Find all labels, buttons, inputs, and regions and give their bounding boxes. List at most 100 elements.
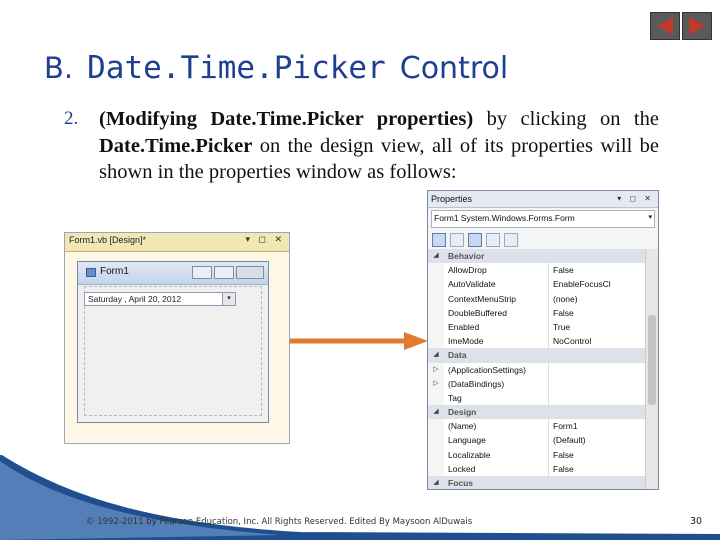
property-category[interactable]: ◢ Data bbox=[428, 348, 646, 363]
property-name: Behavior bbox=[444, 249, 598, 264]
property-value[interactable]: (none) bbox=[549, 291, 646, 306]
designer-tab[interactable]: Form1.vb [Design]* bbox=[69, 235, 146, 245]
form-window-buttons bbox=[192, 266, 264, 279]
maximize-button[interactable] bbox=[214, 266, 234, 279]
object-selector[interactable]: Form1 System.Windows.Forms.Form ▾ bbox=[431, 210, 655, 228]
collapse-icon[interactable]: ◢ bbox=[428, 405, 444, 419]
item-paragraph: (Modifying Date.Time.Picker properties) … bbox=[99, 106, 659, 186]
properties-window-controls[interactable]: ▾ ◻ ✕ bbox=[617, 191, 654, 207]
property-name: (ApplicationSettings) bbox=[444, 362, 549, 377]
properties-icon[interactable] bbox=[468, 233, 482, 247]
title-letter: B. bbox=[44, 51, 74, 85]
decorative-swoosh bbox=[0, 455, 720, 540]
property-name: ImeMode bbox=[444, 334, 549, 349]
property-value[interactable]: False bbox=[549, 305, 646, 320]
previous-slide-button[interactable] bbox=[650, 12, 680, 40]
property-category[interactable]: ◢ Behavior bbox=[428, 249, 646, 264]
row-gutter bbox=[428, 419, 444, 433]
categorized-icon[interactable] bbox=[432, 233, 446, 247]
property-value bbox=[598, 249, 646, 264]
expand-icon[interactable]: ▷ bbox=[428, 377, 444, 391]
property-value[interactable]: Form1 bbox=[549, 419, 646, 434]
property-grid: ◢ Behavior AllowDrop False AutoValidate Enabl… bbox=[428, 249, 646, 489]
row-gutter bbox=[428, 292, 444, 306]
property-pages-icon[interactable] bbox=[504, 233, 518, 247]
designer-window-controls[interactable]: ▾ ◻ ✕ bbox=[245, 234, 285, 245]
property-row[interactable]: ImeMode NoControl bbox=[428, 334, 646, 349]
property-name: AllowDrop bbox=[444, 263, 549, 278]
property-value[interactable]: True bbox=[549, 319, 646, 335]
property-row[interactable]: ContextMenuStrip (none) bbox=[428, 291, 646, 306]
properties-window: Properties ▾ ◻ ✕ Form1 System.Windows.Fo… bbox=[427, 190, 659, 490]
date-time-picker-value: Saturday , April 20, 2012 bbox=[88, 294, 182, 304]
pointer-arrow bbox=[290, 332, 428, 350]
property-category[interactable]: ◢ Design bbox=[428, 405, 646, 420]
item-number: 2. bbox=[64, 108, 79, 129]
properties-toolbar bbox=[428, 230, 658, 251]
row-gutter bbox=[428, 433, 444, 447]
property-name: Language bbox=[444, 433, 549, 448]
property-name: ContextMenuStrip bbox=[444, 291, 549, 306]
property-row[interactable]: (Name) Form1 bbox=[428, 419, 646, 434]
triangle-left-icon bbox=[657, 17, 673, 35]
designer-window: Form1.vb [Design]* ▾ ◻ ✕ Form1 Saturday … bbox=[64, 232, 290, 444]
property-name: Enabled bbox=[444, 319, 549, 335]
property-value[interactable] bbox=[549, 390, 646, 406]
collapse-icon[interactable]: ◢ bbox=[428, 249, 444, 263]
property-row[interactable]: AutoValidate EnableFocusCl bbox=[428, 277, 646, 292]
property-name: Data bbox=[444, 348, 598, 363]
minimize-button[interactable] bbox=[192, 266, 212, 279]
property-value[interactable]: NoControl bbox=[549, 334, 646, 349]
property-row[interactable]: DoubleBuffered False bbox=[428, 305, 646, 320]
triangle-right-icon bbox=[689, 17, 705, 35]
property-row[interactable]: Tag bbox=[428, 390, 646, 406]
property-value[interactable] bbox=[549, 362, 646, 377]
property-name: Design bbox=[444, 405, 598, 420]
chevron-down-icon[interactable]: ▾ bbox=[222, 293, 235, 305]
properties-scrollbar[interactable] bbox=[645, 249, 658, 489]
property-row[interactable]: ▷ (DataBindings) bbox=[428, 376, 646, 391]
item-bold-text: (Modifying Date.Time.Picker properties) bbox=[99, 108, 474, 130]
date-time-picker[interactable]: Saturday , April 20, 2012 ▾ bbox=[84, 292, 236, 306]
title-code: Date.Time.Picker bbox=[87, 50, 386, 86]
events-icon[interactable] bbox=[486, 233, 500, 247]
alphabetical-icon[interactable] bbox=[450, 233, 464, 247]
property-value[interactable]: (Default) bbox=[549, 433, 646, 448]
slide-title: B. Date.Time.Picker Control bbox=[44, 46, 508, 90]
form-preview[interactable]: Form1 Saturday , April 20, 2012 ▾ bbox=[77, 261, 269, 423]
property-row[interactable]: AllowDrop False bbox=[428, 263, 646, 278]
footer-copyright: © 1992-2011 by Pearson Education, Inc. A… bbox=[86, 517, 473, 527]
expand-icon[interactable]: ▷ bbox=[428, 363, 444, 377]
row-gutter bbox=[428, 306, 444, 320]
property-value bbox=[598, 405, 646, 420]
item-text-1: by clicking on the bbox=[473, 108, 659, 130]
row-gutter bbox=[428, 391, 444, 405]
next-slide-button[interactable] bbox=[682, 12, 712, 40]
property-name: Tag bbox=[444, 390, 549, 406]
designer-tab-bar: Form1.vb [Design]* ▾ ◻ ✕ bbox=[65, 233, 289, 252]
title-plain: Control bbox=[399, 51, 509, 86]
property-name: DoubleBuffered bbox=[444, 305, 549, 320]
form-title: Form1 bbox=[100, 266, 129, 277]
property-row[interactable]: Language (Default) bbox=[428, 433, 646, 448]
close-button[interactable] bbox=[236, 266, 264, 279]
property-name: (DataBindings) bbox=[444, 376, 549, 391]
form-titlebar: Form1 bbox=[78, 262, 268, 285]
page-number: 30 bbox=[690, 516, 703, 527]
property-value bbox=[598, 348, 646, 363]
property-value[interactable] bbox=[549, 376, 646, 391]
property-value[interactable]: EnableFocusCl bbox=[549, 277, 646, 292]
property-row[interactable]: Enabled True bbox=[428, 319, 646, 335]
property-row[interactable]: ▷ (ApplicationSettings) bbox=[428, 362, 646, 377]
row-gutter bbox=[428, 320, 444, 334]
properties-title: Properties bbox=[431, 194, 473, 204]
properties-titlebar: Properties ▾ ◻ ✕ bbox=[428, 191, 658, 208]
scrollbar-thumb[interactable] bbox=[648, 315, 656, 405]
object-selector-value: Form1 System.Windows.Forms.Form bbox=[434, 213, 575, 223]
row-gutter bbox=[428, 263, 444, 277]
item-bold-text-2: Date.Time.Picker bbox=[99, 134, 253, 157]
row-gutter bbox=[428, 334, 444, 348]
property-value[interactable]: False bbox=[549, 263, 646, 278]
collapse-icon[interactable]: ◢ bbox=[428, 348, 444, 362]
property-name: (Name) bbox=[444, 419, 549, 434]
